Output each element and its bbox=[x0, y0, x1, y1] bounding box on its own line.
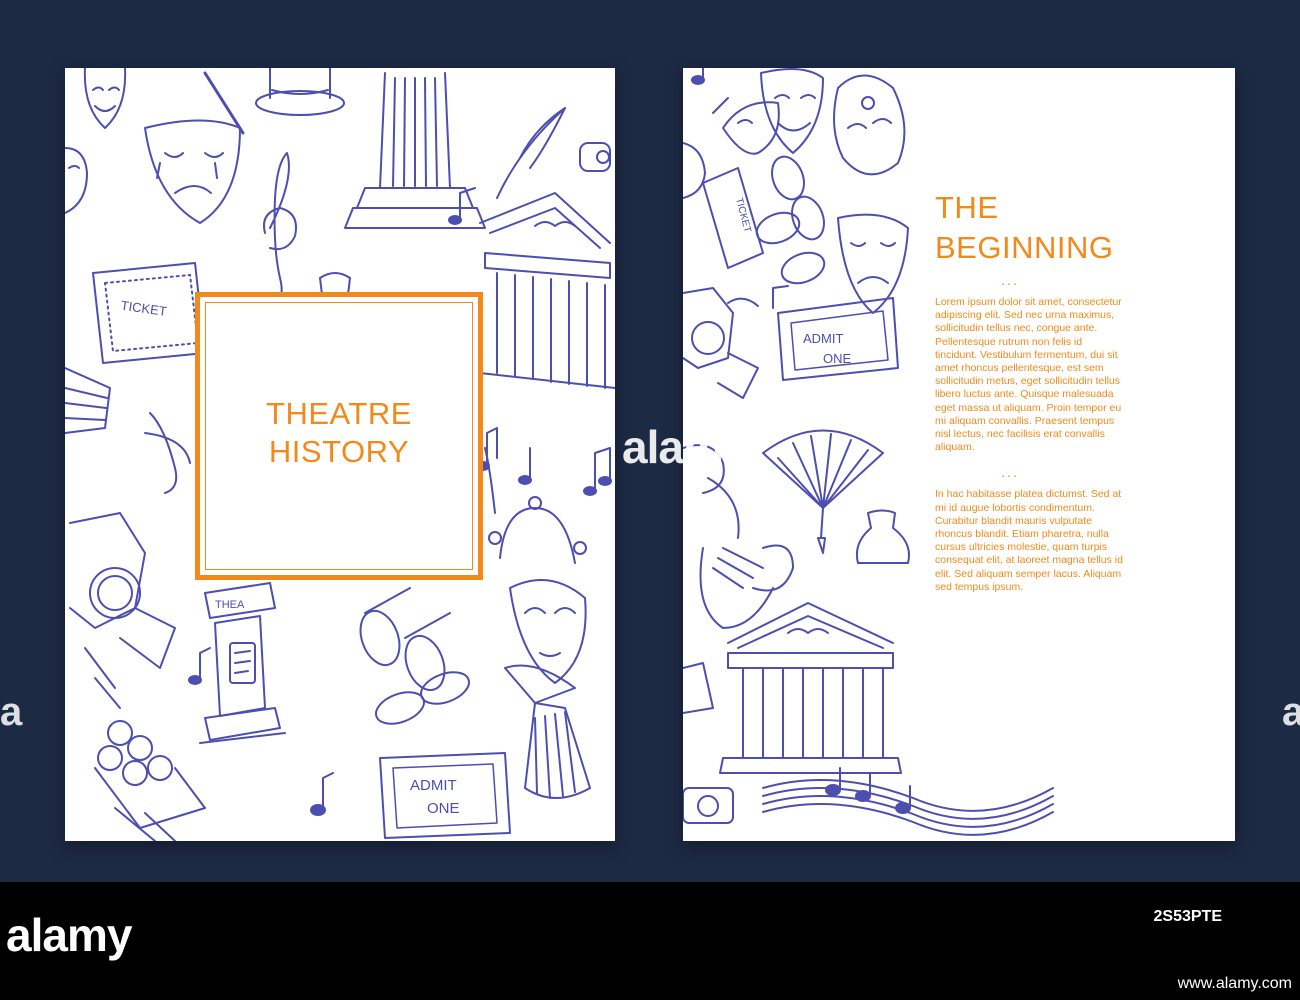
tragedy-mask-icon bbox=[144, 119, 241, 224]
venetian-mask-icon bbox=[712, 97, 780, 155]
fan-icon bbox=[65, 367, 111, 434]
svg-text:ADMIT: ADMIT bbox=[410, 777, 457, 794]
music-note-icon bbox=[691, 68, 705, 85]
svg-text:ONE: ONE bbox=[823, 351, 852, 366]
bouquet-icon bbox=[94, 720, 206, 841]
image-id: 2S53PTE bbox=[1153, 908, 1222, 925]
advertising-column-icon: THEA bbox=[199, 582, 286, 744]
lyre-icon bbox=[699, 544, 794, 629]
ink-pot-icon bbox=[579, 142, 611, 172]
admit-one-ticket-icon: ADMIT ONE bbox=[777, 297, 899, 381]
left-card: TICKET THEA ADMIT ONE THEATRE HISTORY bbox=[65, 68, 615, 841]
svg-text:THEA: THEA bbox=[215, 599, 245, 611]
music-note-icon bbox=[144, 412, 191, 494]
swirl-icon bbox=[484, 447, 496, 514]
svg-text:ONE: ONE bbox=[427, 800, 460, 817]
card-title: THEATRE HISTORY bbox=[200, 395, 478, 471]
spotlight-icon bbox=[69, 512, 176, 709]
column-icon bbox=[344, 72, 486, 229]
watermark-left: a bbox=[0, 690, 23, 734]
ticket-icon: TICKET bbox=[702, 167, 764, 269]
section-heading-line2: BEGINNING bbox=[935, 230, 1114, 265]
top-hat-icon bbox=[255, 68, 345, 116]
paragraph-1: Lorem ipsum dolor sit amet, consectetur … bbox=[935, 296, 1122, 454]
music-note-icon bbox=[448, 187, 476, 225]
section-heading-line1: THE bbox=[935, 190, 999, 225]
watermark-center: alamy bbox=[622, 421, 748, 473]
tragedy-mask-icon bbox=[837, 213, 909, 314]
svg-text:TICKET: TICKET bbox=[733, 197, 753, 234]
admit-one-ticket-icon: ADMIT ONE bbox=[379, 752, 511, 839]
music-note-icon bbox=[188, 647, 211, 685]
theatre-building-icon bbox=[479, 192, 615, 389]
paragraph-2: In hac habitasse platea dictumst. Sed at… bbox=[935, 488, 1123, 593]
footer-bar bbox=[0, 882, 1300, 1000]
card-title-line1: THEATRE bbox=[266, 396, 412, 431]
right-card: TICKET ADMIT ONE THE BEGINNING ... Lorem… bbox=[683, 68, 1235, 841]
music-note-icon bbox=[518, 447, 532, 485]
quill-icon bbox=[496, 107, 566, 199]
section-heading: THE BEGINNING bbox=[935, 188, 1125, 268]
footer-url[interactable]: www.alamy.com bbox=[1178, 975, 1292, 993]
separator-dots: ... bbox=[1001, 272, 1019, 288]
vase-icon bbox=[855, 509, 910, 564]
title-frame: THEATRE HISTORY bbox=[195, 292, 483, 580]
music-staff-icon bbox=[762, 767, 1054, 836]
logo-text: alamy bbox=[6, 909, 132, 961]
text-column: THE BEGINNING ... Lorem ipsum dolor sit … bbox=[935, 188, 1125, 604]
spotlight-icon bbox=[683, 662, 714, 714]
svg-text:TICKET: TICKET bbox=[120, 298, 168, 319]
music-note-icon bbox=[727, 285, 789, 309]
watermark-right: a bbox=[1282, 690, 1300, 734]
svg-text:ADMIT: ADMIT bbox=[803, 331, 844, 346]
jester-mask-icon bbox=[488, 496, 587, 684]
separator-dots-2: ... bbox=[1001, 464, 1019, 481]
comedy-mask-icon bbox=[83, 68, 127, 129]
spotlight-icon bbox=[683, 287, 759, 399]
treble-clef-icon bbox=[263, 152, 297, 306]
theatre-building-icon bbox=[719, 602, 902, 774]
binoculars-icon bbox=[359, 587, 470, 725]
mask-icon bbox=[683, 142, 706, 199]
binoculars-icon bbox=[755, 155, 826, 285]
carnival-mask-icon bbox=[833, 74, 906, 176]
comedy-mask-icon bbox=[760, 68, 824, 154]
fan-icon bbox=[504, 664, 591, 799]
music-note-icon bbox=[310, 772, 334, 816]
card-title-line2: HISTORY bbox=[268, 434, 410, 469]
ticket-icon: TICKET bbox=[92, 262, 206, 364]
camera-icon bbox=[683, 787, 734, 824]
mask-icon bbox=[65, 147, 88, 214]
music-note-icon bbox=[583, 447, 612, 496]
footer-logo: alamy bbox=[6, 908, 132, 962]
